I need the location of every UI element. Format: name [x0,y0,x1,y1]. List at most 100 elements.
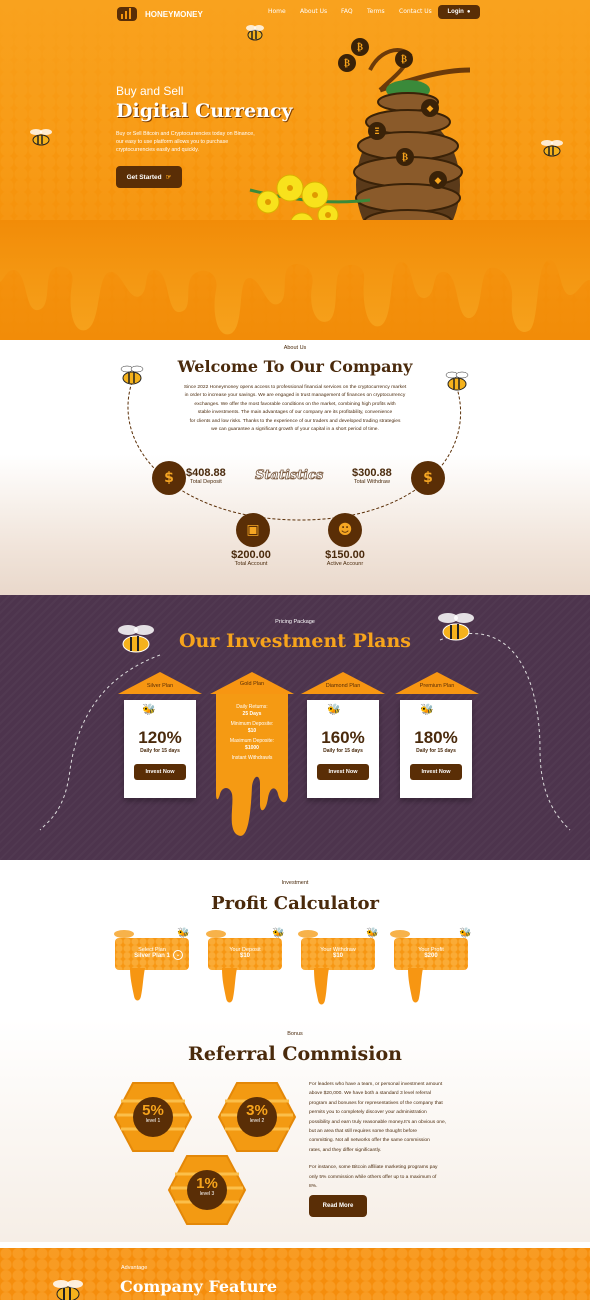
bee-icon: 🐝 [327,703,341,716]
stat-label: Total Account [234,561,268,567]
nav-terms[interactable]: Terms [367,8,385,15]
referral-text-line: For leaders who have a team, or personal… [309,1082,443,1087]
bee-icon [118,625,154,653]
bee-icon [438,613,474,641]
withdraw-icon: $ [411,461,445,495]
about-kicker: About Us [283,345,307,351]
detail-value: $1000 [245,744,259,751]
bee-icon [120,365,144,385]
referral-text-line: rates, and they differ significantly. [309,1147,382,1153]
plan-duration: Daily for 15 days [323,748,363,754]
statistics-title: Statistics [255,468,324,484]
login-button[interactable]: Login ● [438,5,480,19]
invest-now-button[interactable]: Invest Now [410,764,462,780]
referral-title: Referral Commision [188,1043,402,1065]
brand-name: HONEYMONEY [145,9,203,19]
bee-icon: 🐝 [142,703,156,716]
referral-text-line: For instance, some Bitcoin affiliate mar… [309,1165,438,1171]
stat-total-account: $200.00 Total Account [222,549,280,567]
user-icon: ☻ [328,513,362,547]
bee-icon [246,25,264,41]
invest-now-button[interactable]: Invest Now [134,764,186,780]
svg-text:Ξ: Ξ [374,127,380,137]
plan-percentage: 180% [414,728,458,747]
hero-kicker: Buy and Sell [116,84,184,98]
level-3-badge: 1% level 3 [167,1176,247,1197]
bee-icon [445,371,469,391]
gold-detail: Daily Returns: 25 Days Minimum Deposite:… [222,704,282,762]
level-1-badge: 5% level 1 [113,1103,193,1124]
feature-section [0,1248,590,1300]
bee-icon: 🐝 [459,928,472,939]
stat-total-withdraw: $300.88 Total Withdraw [352,467,392,485]
bee-icon: 🐝 [420,703,434,716]
referral-description: For leaders who have a team, or personal… [309,1080,475,1191]
detail-value: $10 [247,727,257,734]
get-started-button[interactable]: Get Started ☞ [116,166,182,188]
calc-title: Profit Calculator [211,893,379,914]
logo-icon [117,7,137,21]
brand-logo[interactable]: HONEYMONEY [115,5,203,23]
user-icon: ● [466,9,471,15]
nav-about[interactable]: About Us [300,8,327,15]
bee-icon: 🐝 [272,928,285,939]
beehive-illustration: PM ₿₿₿Ξ◆₿◆ [249,38,471,250]
svg-text:₿: ₿ [402,152,408,163]
read-more-button[interactable]: Read More [309,1195,367,1217]
nav-faq[interactable]: FAQ [341,8,353,15]
level-label: level 1 [145,1118,161,1124]
bee-icon [30,129,52,146]
get-started-label: Get Started [126,173,162,181]
bee-icon [541,140,563,157]
plan-duration: Daily for 15 days [416,748,456,754]
level-2-badge: 3% level 2 [217,1102,297,1124]
referral-text-line: program and bonuses for representatives … [309,1100,443,1106]
stat-total-deposit: $408.88 Total Deposit [186,467,226,485]
feature-kicker: Advantage [121,1265,148,1271]
referral-text-line: but an area that still requires some tho… [309,1129,417,1135]
stat-value: $300.88 [352,467,392,479]
plan-name: Premium Plan [419,683,455,689]
referral-kicker: Bonus [287,1031,303,1037]
svg-text:◆: ◆ [435,176,442,186]
referral-text-line: permits you to completely discover your … [309,1110,427,1116]
bee-icon [53,1280,83,1300]
stat-value: $200.00 [231,549,271,561]
login-label: Login [447,9,464,15]
level-percentage: 3% [246,1102,268,1119]
honey-drip-border [0,220,590,335]
dashed-orbit [127,381,461,521]
deposit-icon: $ [152,461,186,495]
plan-name: Gold Plan [239,681,265,687]
dashed-flight-path [39,633,571,831]
nav-home[interactable]: Home [268,8,286,15]
detail-label: Minimum Deposite: [230,721,274,727]
plan-name: Diamond Plan [325,683,361,689]
plan-percentage: 120% [138,728,182,747]
stat-label: Total Deposit [189,479,222,485]
detail-label: Instant Withdrawls [231,755,273,761]
svg-text:◆: ◆ [427,104,434,114]
stat-label: Active Accounr [326,561,364,567]
stat-active-account: $150.00 Active Accounr [316,549,374,567]
level-label: level 2 [249,1118,265,1124]
bee-icon: 🐝 [366,928,379,939]
referral-text-line: committing. Not all networks offer the s… [309,1138,430,1144]
referral-text-line: possibility and earn truly reasonable mo… [309,1119,447,1125]
bee-icon: 🐝 [177,928,190,939]
referral-text-line: above $20,000. We have both a standard 3… [309,1091,431,1097]
detail-value: 25 Days [242,710,262,717]
calc-kicker: Investment [281,880,309,886]
nav-contact[interactable]: Contact Us [399,8,432,15]
plan-name: Silver Plan [146,683,174,689]
wallet-icon: ▣ [236,513,270,547]
invest-now-button[interactable]: Invest Now [317,764,369,780]
stat-value: $408.88 [186,467,226,479]
svg-text:₿: ₿ [357,42,363,53]
stat-value: $150.00 [325,549,365,561]
calc-honey-drips [114,930,423,1005]
plan-duration: Daily for 15 days [140,748,180,754]
pointer-icon: ☞ [165,174,172,181]
stat-label: Total Withdraw [353,479,390,485]
feature-title: Company Feature [120,1277,278,1296]
